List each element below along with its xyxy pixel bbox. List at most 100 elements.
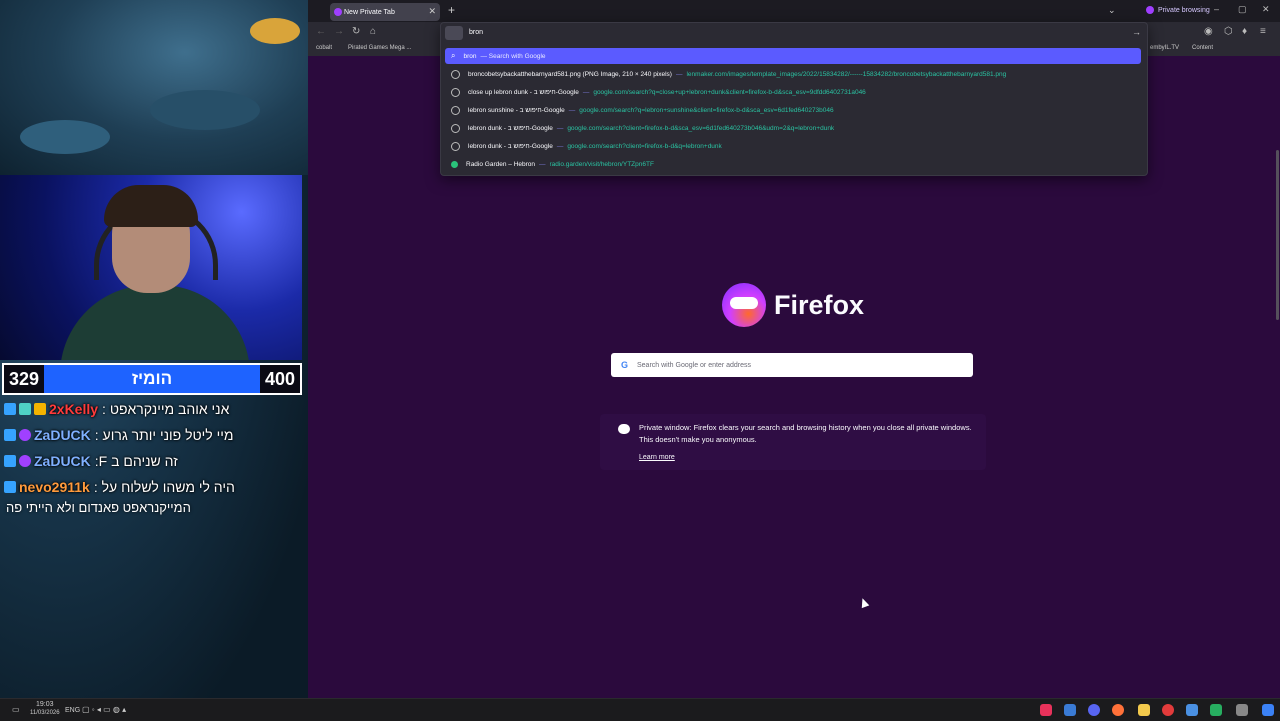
tab-strip: New Private Tab ✕ + ⌄ Private browsing –… bbox=[308, 0, 1280, 22]
close-window-button[interactable]: ✕ bbox=[1262, 4, 1270, 15]
private-browsing-label: Private browsing bbox=[1158, 6, 1210, 14]
suggestion-title: Radio Garden – Hebron bbox=[466, 160, 536, 168]
bookmark-item[interactable]: cobalt bbox=[316, 45, 332, 51]
notification-center-icon[interactable]: ▭ bbox=[12, 705, 20, 714]
url-input[interactable]: bron bbox=[469, 29, 483, 36]
tray-icons[interactable]: ▢ ◦ ◂ ▭ ◍ ▴ bbox=[82, 705, 126, 714]
learn-more-link[interactable]: Learn more bbox=[639, 454, 675, 461]
back-arrow-icon[interactable]: ← bbox=[316, 26, 326, 37]
suggestion-url: google.com/search?q=lebron+sunshine&clie… bbox=[579, 106, 834, 114]
suggestion-row[interactable]: lebron sunshine - חיפוש ב-Google — googl… bbox=[445, 102, 1141, 118]
app-icon[interactable] bbox=[1210, 704, 1222, 716]
tab-new-private[interactable]: New Private Tab ✕ bbox=[330, 3, 440, 21]
extensions-icon[interactable]: ⬡ bbox=[1224, 26, 1233, 37]
suggestion-sub: — bbox=[556, 142, 564, 150]
language-indicator[interactable]: ENG bbox=[65, 707, 80, 714]
badge-icon bbox=[4, 403, 16, 415]
close-tab-icon[interactable]: ✕ bbox=[428, 6, 436, 17]
fish-shape bbox=[250, 18, 300, 44]
chat-message: nevo2911k היה לי משהו לשלוח על : bbox=[4, 474, 304, 500]
scrollbar[interactable] bbox=[1276, 150, 1279, 320]
steam-icon[interactable] bbox=[1064, 704, 1076, 716]
chat-overlay: 2xKelly אני אוהב מיינקראפט : ZaDUCK מיי … bbox=[4, 396, 304, 515]
radio-garden-icon bbox=[451, 160, 458, 168]
firefox-window: New Private Tab ✕ + ⌄ Private browsing –… bbox=[308, 0, 1280, 698]
suggestion-row[interactable]: close up lebron dunk - חיפוש ב-Google — … bbox=[445, 84, 1141, 100]
crown-icon bbox=[34, 403, 46, 415]
home-icon[interactable]: ⌂ bbox=[370, 26, 376, 37]
bookmark-item[interactable]: embyIL.TV bbox=[1150, 45, 1179, 51]
menu-icon[interactable]: ≡ bbox=[1260, 26, 1266, 37]
badge-icon bbox=[4, 429, 16, 441]
search-input[interactable]: G Search with Google or enter address bbox=[611, 353, 973, 377]
search-engine-icon[interactable] bbox=[445, 26, 463, 40]
bookmark-item[interactable]: Content bbox=[1192, 45, 1213, 51]
suggestion-url: google.com/search?q=close+up+lebron+dunk… bbox=[593, 88, 866, 96]
app-icon[interactable] bbox=[1040, 704, 1052, 716]
stream-overlay: 329 הומיז 400 2xKelly אני אוהב מיינקראפט… bbox=[0, 0, 308, 720]
go-arrow-icon[interactable]: → bbox=[1132, 27, 1141, 37]
score-bar: 329 הומיז 400 bbox=[2, 363, 302, 395]
clock-time[interactable]: 19:03 bbox=[36, 701, 54, 708]
badge-icon bbox=[4, 481, 16, 493]
score-right: 400 bbox=[264, 368, 296, 389]
globe-icon bbox=[451, 123, 460, 133]
suggestion-sub: — bbox=[675, 70, 683, 78]
discord-icon[interactable] bbox=[1088, 704, 1100, 716]
chat-text: אני אוהב מיינקראפט : bbox=[102, 401, 230, 417]
clock-date[interactable]: 11/03/2026 bbox=[30, 710, 60, 716]
suggestion-sub: — bbox=[556, 124, 564, 132]
account-icon[interactable]: ◉ bbox=[1204, 26, 1213, 37]
firefox-taskbar-icon[interactable] bbox=[1112, 704, 1124, 716]
suggestion-url: lenmaker.com/images/template_images/2022… bbox=[686, 70, 1007, 78]
score-label: הומיז bbox=[44, 365, 260, 393]
chat-message: ZaDUCK מיי ליטל פוני יותר גרוע : bbox=[4, 422, 304, 448]
app-icon[interactable] bbox=[1162, 704, 1174, 716]
streamer-hair bbox=[104, 185, 198, 227]
app-icon[interactable] bbox=[1236, 704, 1248, 716]
maximize-button[interactable]: ▢ bbox=[1238, 4, 1247, 15]
search-icon: ⌕ bbox=[451, 51, 456, 60]
private-browsing-indicator: Private browsing bbox=[1146, 6, 1210, 14]
suggestion-url: google.com/search?client=firefox-b-d&sca… bbox=[567, 124, 835, 132]
private-window-message: Private window: Firefox clears your sear… bbox=[600, 414, 986, 470]
new-tab-button[interactable]: + bbox=[448, 3, 455, 17]
notification-icon[interactable]: ♦ bbox=[1242, 26, 1247, 37]
chat-username: 2xKelly bbox=[49, 401, 99, 417]
suggestion-title: lebron dunk - חיפוש ב-Google bbox=[468, 124, 553, 132]
suggestion-row[interactable]: lebron dunk - חיפוש ב-Google — google.co… bbox=[445, 120, 1141, 136]
url-suggestions-panel: bron → ⌕ bron — Search with Google bronc… bbox=[440, 22, 1148, 176]
suggestion-row[interactable]: lebron dunk - חיפוש ב-Google — google.co… bbox=[445, 138, 1141, 154]
tab-title: New Private Tab bbox=[344, 8, 395, 16]
suggestion-row[interactable]: broncobetsybackatthebarnyard581.png (PNG… bbox=[445, 66, 1141, 82]
url-bar[interactable]: bron → bbox=[441, 23, 1147, 43]
bookmark-item[interactable]: Pirated Games Mega ... bbox=[348, 45, 411, 51]
file-explorer-icon[interactable] bbox=[1138, 704, 1150, 716]
badge-icon bbox=[4, 455, 16, 467]
chat-text: מיי ליטל פוני יותר גרוע : bbox=[94, 427, 234, 443]
minimize-button[interactable]: – bbox=[1214, 4, 1219, 14]
suggestion-row[interactable]: Radio Garden – Hebron — radio.garden/vis… bbox=[445, 156, 1141, 172]
google-icon: G bbox=[621, 360, 629, 370]
fish-shape bbox=[20, 120, 110, 154]
suggestion-sub: — bbox=[568, 106, 576, 114]
windows-taskbar: ▭ 19:03 11/03/2026 ENG ▢ ◦ ◂ ▭ ◍ ▴ bbox=[0, 698, 1280, 721]
reload-icon[interactable]: ↻ bbox=[352, 26, 360, 37]
fish-shape bbox=[150, 90, 260, 130]
chat-text: היה לי משהו לשלוח על : bbox=[93, 479, 235, 495]
badge-icon bbox=[19, 455, 31, 467]
forward-arrow-icon[interactable]: → bbox=[334, 26, 344, 37]
suggestion-title: lebron dunk - חיפוש ב-Google bbox=[468, 142, 553, 150]
logo-text: Firefox bbox=[774, 289, 865, 320]
suggestion-url: google.com/search?client=firefox-b-d&q=l… bbox=[567, 142, 722, 150]
firefox-private-icon bbox=[722, 283, 766, 327]
app-icon[interactable] bbox=[1186, 704, 1198, 716]
webcam-feed bbox=[0, 175, 302, 360]
private-mask-icon bbox=[334, 8, 342, 16]
list-tabs-chevron-icon[interactable]: ⌄ bbox=[1108, 5, 1116, 16]
suggestion-row[interactable]: ⌕ bron — Search with Google bbox=[445, 48, 1141, 64]
mask-shape bbox=[730, 297, 758, 309]
suggestion-sub: — Search with Google bbox=[480, 52, 546, 60]
globe-icon bbox=[451, 105, 460, 115]
start-icon[interactable] bbox=[1262, 704, 1274, 716]
